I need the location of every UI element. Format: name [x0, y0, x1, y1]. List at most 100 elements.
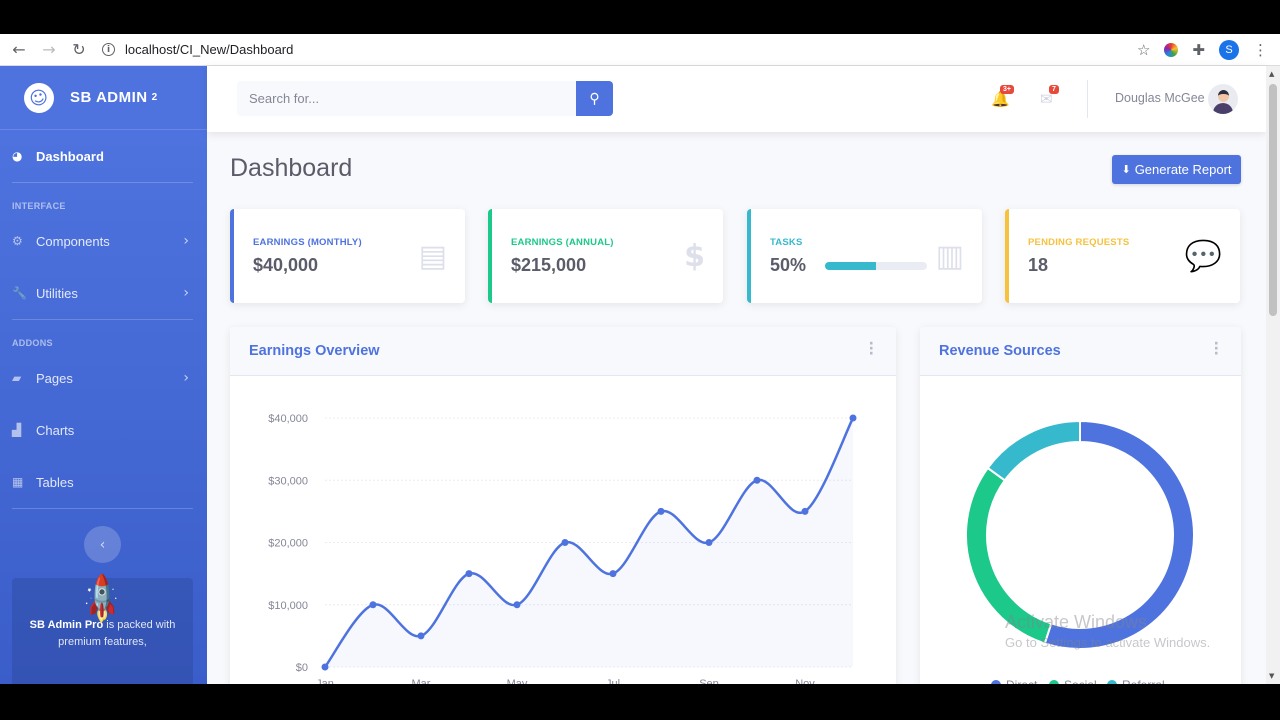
sidebar-item-label: Pages: [36, 370, 73, 386]
card-tasks: TASKS 50% ▥: [747, 209, 982, 303]
sidebar: ☺ SB ADMIN 2 ◕ Dashboard INTERFACE ⚙ Com…: [0, 66, 207, 684]
sidebar-heading-addons: ADDONS: [12, 338, 53, 348]
back-icon[interactable]: ←: [4, 40, 34, 59]
card-value: $40,000: [253, 255, 319, 275]
x-tick-label: Sep: [699, 678, 719, 684]
data-point: [561, 539, 569, 546]
donut-slice: [986, 419, 1081, 482]
sidebar-item-pages[interactable]: ▰ Pages ›: [0, 352, 207, 404]
search-icon: ⚲: [589, 90, 600, 107]
y-tick-label: $30,000: [268, 475, 308, 487]
sidebar-item-label: Charts: [36, 422, 75, 438]
brand-sup: 2: [151, 92, 158, 103]
forward-icon[interactable]: →: [34, 40, 64, 59]
legend-marker: [1107, 680, 1117, 684]
data-point: [849, 414, 857, 422]
calendar-icon: ▤: [418, 239, 447, 274]
earnings-overview-title: Earnings Overview: [249, 343, 380, 359]
x-tick-label: Nov: [795, 678, 815, 684]
menu-kebab-icon[interactable]: ⋮: [1253, 41, 1268, 59]
sidebar-item-label: Dashboard: [36, 148, 104, 164]
sidebar-item-utilities[interactable]: 🔧 Utilities ›: [0, 267, 207, 319]
wrench-icon: 🔧: [12, 286, 27, 300]
sidebar-item-components[interactable]: ⚙ Components ›: [0, 215, 207, 267]
data-point: [417, 632, 425, 640]
x-tick-label: May: [507, 678, 528, 684]
generate-report-button[interactable]: ⬇ Generate Report: [1112, 155, 1241, 184]
y-tick-label: $0: [296, 662, 308, 674]
sidebar-item-dashboard[interactable]: ◕ Dashboard: [0, 130, 207, 182]
x-tick-label: Jan: [316, 678, 334, 684]
earnings-overview-header: Earnings Overview · · ·: [230, 327, 896, 376]
sidebar-toggle-button[interactable]: ‹: [84, 526, 121, 563]
legend-marker: [991, 680, 1001, 684]
sidebar-promo-card: 🚀 SB Admin Pro is packed with premium fe…: [12, 571, 193, 684]
data-point: [321, 663, 329, 671]
sidebar-divider: [12, 508, 193, 509]
download-icon: ⬇: [1121, 163, 1131, 176]
laugh-wink-icon: ☺: [20, 79, 58, 116]
profile-avatar[interactable]: S: [1219, 40, 1239, 60]
dropdown-ellipsis-icon[interactable]: · · ·: [869, 337, 874, 361]
watermark-line1: Activate Windows: [1005, 612, 1148, 632]
browser-toolbar: ← → ↻ i localhost/CI_New/Dashboard ☆ ✚ S…: [0, 34, 1280, 66]
tachometer-icon: ◕: [12, 149, 23, 163]
data-point: [609, 570, 617, 578]
y-tick-label: $10,000: [268, 600, 308, 612]
earnings-area-chart: $0 $10,000 $20,000 $30,000 $40,000 Jan Mar May J…: [268, 413, 857, 684]
messages-envelope-icon[interactable]: ✉ 7: [1040, 85, 1059, 108]
page-scrollbar[interactable]: ▲ ▼: [1266, 66, 1280, 684]
messages-badge: 7: [1049, 85, 1059, 94]
topbar-divider: [1087, 80, 1088, 118]
search-button[interactable]: ⚲: [576, 81, 613, 116]
card-value: 18: [1028, 255, 1049, 275]
folder-icon: ▰: [12, 371, 22, 385]
sidebar-item-label: Utilities: [36, 285, 78, 301]
table-icon: ▦: [12, 475, 24, 489]
comments-icon: 💬: [1184, 239, 1222, 274]
scroll-up-arrow[interactable]: ▲: [1269, 70, 1274, 78]
card-label: TASKS: [770, 237, 803, 248]
reload-icon[interactable]: ↻: [64, 40, 94, 59]
user-name[interactable]: Douglas McGee: [1115, 91, 1205, 105]
card-pending-requests: PENDING REQUESTS 18 💬: [1005, 209, 1240, 303]
y-tick-label: $20,000: [268, 538, 308, 550]
legend-label: Social: [1064, 678, 1097, 684]
card-label: EARNINGS (ANNUAL): [511, 237, 614, 248]
card-value: $215,000: [511, 255, 587, 275]
search-input[interactable]: [237, 81, 576, 116]
site-info-icon[interactable]: i: [102, 43, 115, 56]
chevron-right-icon: ›: [183, 233, 189, 249]
earnings-overview-card: Earnings Overview · · · $0 $10,000 $20,000 $3…: [230, 327, 896, 684]
bookmark-star-icon[interactable]: ☆: [1137, 41, 1150, 59]
revenue-sources-title: Revenue Sources: [939, 343, 1061, 359]
dropdown-ellipsis-icon[interactable]: · · ·: [1214, 337, 1219, 361]
scroll-down-arrow[interactable]: ▼: [1269, 672, 1274, 680]
y-tick-label: $40,000: [268, 413, 308, 425]
x-tick-label: Jul: [606, 678, 620, 684]
data-point: [513, 601, 521, 609]
sidebar-brand[interactable]: ☺ SB ADMIN 2: [0, 66, 207, 130]
brand-text: SB ADMIN: [70, 89, 148, 106]
card-earnings-annual: EARNINGS (ANNUAL) $215,000 $: [488, 209, 723, 303]
revenue-sources-header: Revenue Sources · · ·: [920, 327, 1241, 376]
page-title: Dashboard: [230, 154, 353, 182]
user-avatar[interactable]: [1208, 84, 1238, 114]
url-text[interactable]: localhost/CI_New/Dashboard: [125, 42, 293, 57]
sidebar-item-charts[interactable]: ▟ Charts: [0, 404, 207, 456]
extensions-puzzle-icon[interactable]: ✚: [1192, 41, 1205, 59]
chevron-right-icon: ›: [183, 285, 189, 301]
windows-activation-watermark: Activate Windows Go to Settings to activ…: [1005, 612, 1210, 650]
extension-color-icon[interactable]: [1164, 43, 1179, 57]
address-bar[interactable]: i localhost/CI_New/Dashboard: [102, 42, 293, 57]
alerts-bell-icon[interactable]: 🔔 3+: [991, 85, 1014, 108]
data-point: [705, 539, 713, 546]
cog-icon: ⚙: [12, 234, 23, 248]
data-point: [801, 507, 809, 515]
browser-window: ← → ↻ i localhost/CI_New/Dashboard ☆ ✚ S…: [0, 34, 1280, 684]
legend-label: Direct: [1006, 678, 1038, 684]
scrollbar-thumb[interactable]: [1269, 84, 1277, 316]
card-label: PENDING REQUESTS: [1028, 237, 1130, 248]
watermark-line2: Go to Settings to activate Windows.: [1005, 635, 1211, 650]
sidebar-item-tables[interactable]: ▦ Tables: [0, 456, 207, 508]
